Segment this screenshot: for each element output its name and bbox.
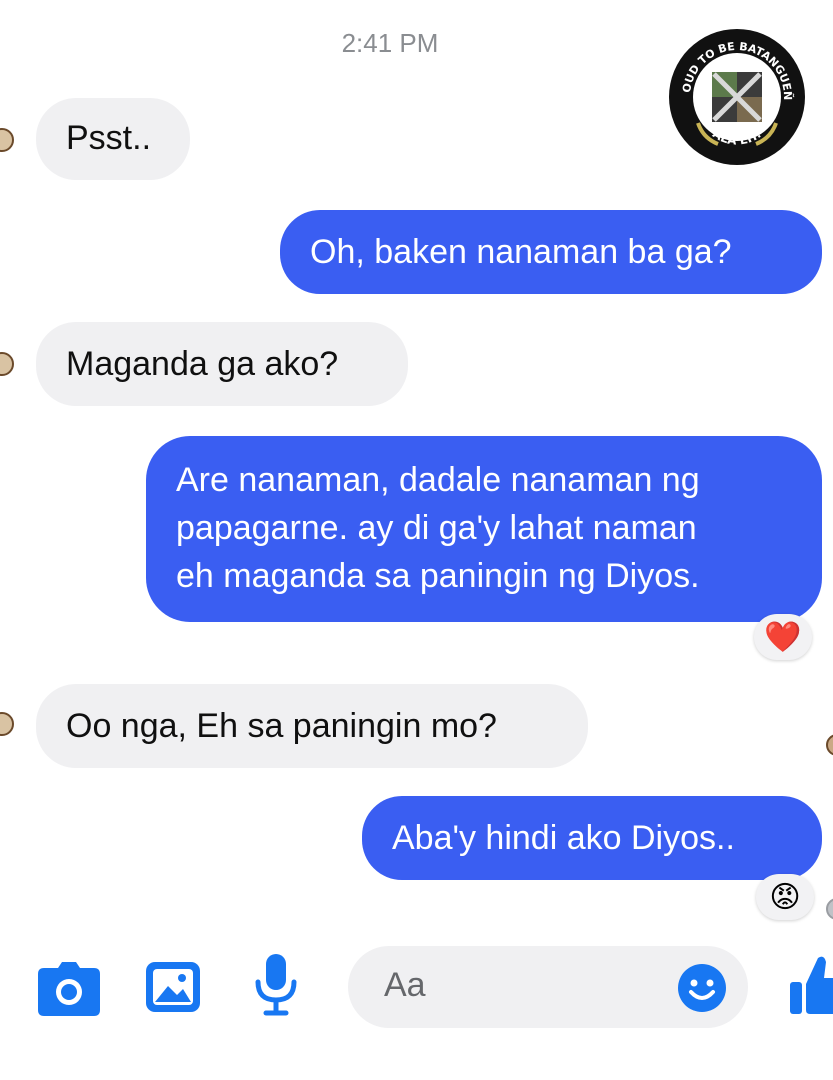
sender-avatar[interactable] [0, 712, 14, 736]
message-text: Oo nga, Eh sa paningin mo? [66, 707, 497, 745]
outgoing-message[interactable]: Aba'y hindi ako Diyos.. [362, 796, 822, 880]
message-text: Aba'y hindi ako Diyos.. [392, 819, 735, 857]
proud-to-be-batangueno-logo: PROUD TO BE BATANGUEÑO ALA EH! [668, 28, 805, 165]
outgoing-message[interactable]: Oh, baken nanaman ba ga? [280, 210, 822, 294]
composer-bar: Aa [0, 940, 833, 1080]
read-receipt-avatar [826, 898, 833, 920]
incoming-message[interactable]: Oo nga, Eh sa paningin mo? [36, 684, 588, 768]
sender-avatar[interactable] [0, 128, 14, 152]
read-receipt-avatar [826, 734, 833, 756]
heart-icon: ❤️ [764, 620, 802, 654]
input-placeholder: Aa [384, 966, 426, 1004]
microphone-icon[interactable] [255, 954, 297, 1016]
message-line: Are nanaman, dadale nanaman ng [176, 461, 700, 499]
angry-reaction[interactable]: 😡 [756, 874, 814, 920]
sender-avatar[interactable] [0, 352, 14, 376]
message-text: Psst.. [66, 119, 152, 157]
heart-reaction[interactable]: ❤️ [754, 614, 812, 660]
camera-icon[interactable] [38, 962, 100, 1016]
thumbs-up-icon[interactable] [790, 954, 833, 1016]
emoji-icon[interactable] [678, 964, 726, 1012]
message-line: eh maganda sa paningin ng Diyos. [176, 557, 700, 595]
outgoing-message[interactable]: Are nanaman, dadale nanaman ng papagarne… [146, 436, 822, 622]
angry-face-icon: 😡 [769, 880, 801, 914]
timestamp: 2:41 PM [341, 28, 439, 58]
incoming-message[interactable]: Maganda ga ako? [36, 322, 408, 406]
image-icon[interactable] [146, 962, 200, 1012]
message-text: Oh, baken nanaman ba ga? [310, 233, 732, 271]
message-line: papagarne. ay di ga'y lahat naman [176, 509, 697, 547]
incoming-message[interactable]: Psst.. [36, 98, 190, 180]
message-input[interactable]: Aa [348, 946, 748, 1028]
message-text: Maganda ga ako? [66, 345, 339, 383]
